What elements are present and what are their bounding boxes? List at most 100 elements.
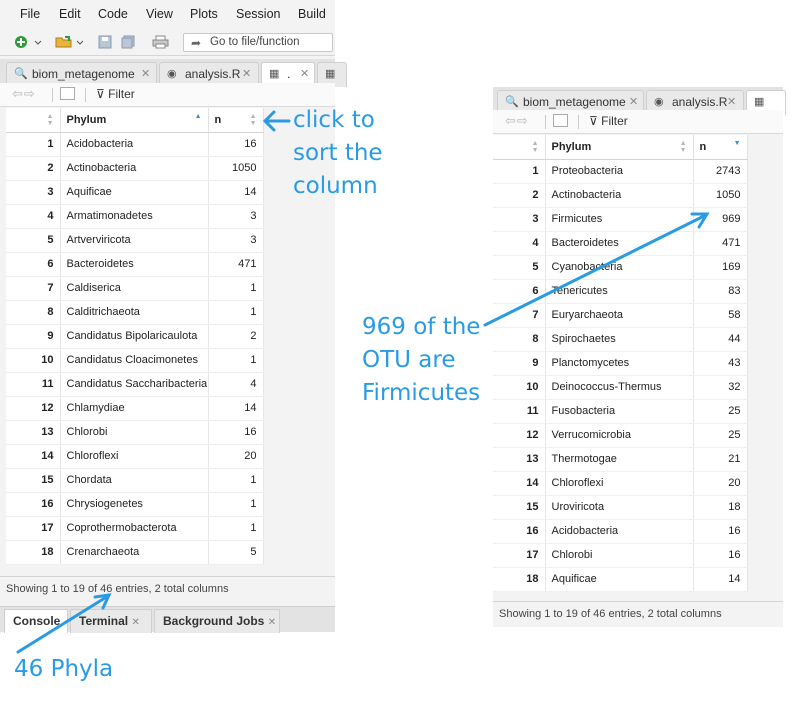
- column-label: n: [214, 113, 222, 126]
- chevron-down-icon[interactable]: [76, 35, 84, 49]
- table-row[interactable]: 10 Candidatus Cloacimonetes 1: [6, 348, 264, 373]
- row-number: 18: [493, 567, 546, 592]
- table-row[interactable]: 6 Tenericutes 83: [493, 279, 748, 304]
- phylum-cell: Artverviricota: [60, 228, 209, 253]
- close-icon[interactable]: ✕: [141, 63, 150, 85]
- menu-code[interactable]: Code: [98, 7, 128, 21]
- table-status-bar: Showing 1 to 19 of 46 entries, 2 total c…: [0, 576, 335, 602]
- table-row[interactable]: 5 Cyanobacteria 169: [493, 255, 748, 280]
- table-row[interactable]: 17 Chlorobi 16: [493, 543, 748, 568]
- table-row[interactable]: 8 Calditrichaeota 1: [6, 300, 264, 325]
- menu-build[interactable]: Build: [298, 7, 326, 21]
- new-file-icon[interactable]: [14, 35, 28, 49]
- rownum-header[interactable]: ▲ ▼: [493, 135, 546, 160]
- n-cell: 1050: [693, 183, 748, 208]
- table-row[interactable]: 13 Chlorobi 16: [6, 420, 264, 445]
- table-row[interactable]: 16 Chrysiogenetes 1: [6, 492, 264, 517]
- table-row[interactable]: 18 Crenarchaeota 5: [6, 540, 264, 565]
- row-number: 7: [493, 303, 546, 328]
- go-to-file-input[interactable]: ➦ Go to file/function: [183, 33, 333, 52]
- n-cell: 1: [208, 492, 264, 517]
- chevron-down-icon[interactable]: [34, 35, 42, 49]
- table-row[interactable]: 8 Spirochaetes 44: [493, 327, 748, 352]
- n-cell: 21: [693, 447, 748, 472]
- table-row[interactable]: 5 Artverviricota 3: [6, 228, 264, 253]
- table-row[interactable]: 17 Coprothermobacterota 1: [6, 516, 264, 541]
- phylum-cell: Fusobacteria: [545, 399, 694, 424]
- table-row[interactable]: 10 Deinococcus-Thermus 32: [493, 375, 748, 400]
- phylum-cell: Coprothermobacterota: [60, 516, 209, 541]
- sort-icon: ▲ ▼: [531, 140, 539, 154]
- go-to-file-placeholder: Go to file/function: [210, 36, 300, 48]
- tab-terminal[interactable]: Terminal ✕: [70, 609, 152, 633]
- table-row[interactable]: 2 Actinobacteria 1050: [6, 156, 264, 181]
- table-row[interactable]: 11 Candidatus Saccharibacteria 4: [6, 372, 264, 397]
- n-cell: 3: [208, 228, 264, 253]
- n-column-header[interactable]: n ▼: [693, 135, 748, 160]
- table-row[interactable]: 3 Aquificae 14: [6, 180, 264, 205]
- phylum-cell: Uroviricota: [545, 495, 694, 520]
- popout-icon[interactable]: [60, 87, 75, 100]
- save-all-icon[interactable]: [121, 35, 135, 49]
- table-row[interactable]: 15 Chordata 1: [6, 468, 264, 493]
- phylum-cell: Bacteroidetes: [545, 231, 694, 256]
- popout-icon[interactable]: [553, 114, 568, 127]
- menu-view[interactable]: View: [146, 7, 173, 21]
- back-forward-icon[interactable]: ⇦⇨: [12, 86, 36, 102]
- row-number: 4: [6, 204, 61, 229]
- menu-session[interactable]: Session: [236, 7, 280, 21]
- table-row[interactable]: 6 Bacteroidetes 471: [6, 252, 264, 277]
- open-folder-icon[interactable]: [55, 35, 73, 49]
- tab-label: biom_metagenome: [32, 67, 135, 81]
- table-row[interactable]: 12 Chlamydiae 14: [6, 396, 264, 421]
- table-row[interactable]: 12 Verrucomicrobia 25: [493, 423, 748, 448]
- menu-plots[interactable]: Plots: [190, 7, 218, 21]
- save-icon[interactable]: [98, 35, 112, 49]
- phylum-cell: Aquificae: [545, 567, 694, 592]
- right-rstudio-panel: 🔍 biom_metagenome ✕ ◉ analysis.R ✕ ▦ ⇦⇨ …: [493, 87, 786, 627]
- table-row[interactable]: 1 Acidobacteria 16: [6, 132, 264, 157]
- table-row[interactable]: 1 Proteobacteria 2743: [493, 159, 748, 184]
- table-row[interactable]: 14 Chloroflexi 20: [6, 444, 264, 469]
- print-icon[interactable]: [152, 35, 169, 49]
- toolbar-divider: [578, 115, 579, 129]
- close-icon[interactable]: ✕: [242, 63, 251, 85]
- sort-descending-icon: ▼: [733, 140, 741, 147]
- table-row[interactable]: 14 Chloroflexi 20: [493, 471, 748, 496]
- close-icon[interactable]: ✕: [268, 617, 276, 628]
- n-cell: 169: [693, 255, 748, 280]
- row-number: 16: [6, 492, 61, 517]
- tab-background-jobs[interactable]: Background Jobs ✕: [154, 609, 280, 633]
- filter-button[interactable]: ⊽ Filter: [96, 87, 135, 101]
- table-row[interactable]: 16 Acidobacteria 16: [493, 519, 748, 544]
- close-icon[interactable]: ✕: [131, 617, 139, 628]
- table-row[interactable]: 2 Actinobacteria 1050: [493, 183, 748, 208]
- table-row[interactable]: 4 Bacteroidetes 471: [493, 231, 748, 256]
- phylum-column-header[interactable]: Phylum ▲: [60, 108, 209, 133]
- phylum-cell: Acidobacteria: [545, 519, 694, 544]
- table-row[interactable]: 7 Caldiserica 1: [6, 276, 264, 301]
- menu-edit[interactable]: Edit: [59, 7, 81, 21]
- row-number: 2: [6, 156, 61, 181]
- menu-file[interactable]: File: [20, 7, 40, 21]
- n-cell: 16: [693, 519, 748, 544]
- table-row[interactable]: 11 Fusobacteria 25: [493, 399, 748, 424]
- close-icon[interactable]: ✕: [300, 63, 309, 85]
- tab-label: .: [287, 67, 291, 81]
- table-row[interactable]: 7 Euryarchaeota 58: [493, 303, 748, 328]
- n-cell: 2743: [693, 159, 748, 184]
- tab-console[interactable]: Console: [4, 609, 68, 633]
- table-row[interactable]: 9 Planctomycetes 43: [493, 351, 748, 376]
- table-row[interactable]: 9 Candidatus Bipolaricaulota 2: [6, 324, 264, 349]
- rownum-header[interactable]: ▲ ▼: [6, 108, 61, 133]
- back-forward-icon[interactable]: ⇦⇨: [505, 113, 529, 129]
- phylum-column-header[interactable]: Phylum ▲ ▼: [545, 135, 694, 160]
- table-row[interactable]: 18 Aquificae 14: [493, 567, 748, 592]
- data-viewer-toolbar: ⇦⇨ ⊽ Filter: [493, 110, 783, 134]
- table-row[interactable]: 4 Armatimonadetes 3: [6, 204, 264, 229]
- table-row[interactable]: 13 Thermotogae 21: [493, 447, 748, 472]
- n-column-header[interactable]: n ▲ ▼: [208, 108, 264, 133]
- table-row[interactable]: 15 Uroviricota 18: [493, 495, 748, 520]
- table-row[interactable]: 3 Firmicutes 969: [493, 207, 748, 232]
- filter-button[interactable]: ⊽ Filter: [589, 114, 628, 128]
